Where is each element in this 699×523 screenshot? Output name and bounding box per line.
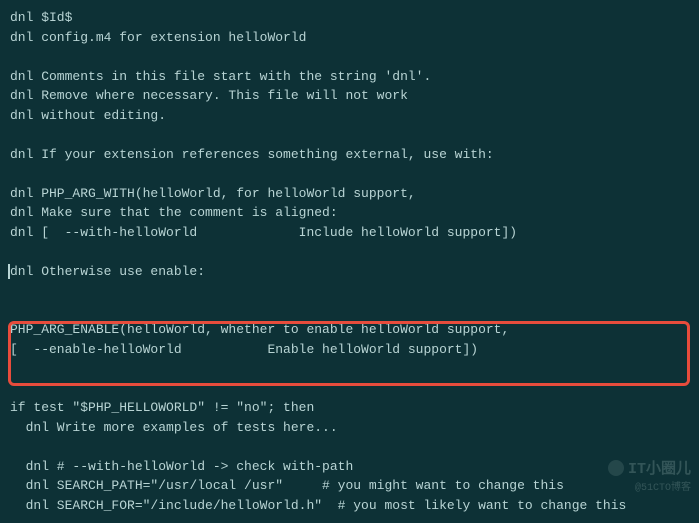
- code-line: [10, 437, 689, 457]
- code-line: [10, 301, 689, 321]
- code-line: dnl Comments in this file start with the…: [10, 67, 689, 87]
- code-line: dnl [ --with-helloWorld Include helloWor…: [10, 223, 689, 243]
- code-line: [10, 379, 689, 399]
- code-line: dnl SEARCH_FOR="/include/helloWorld.h" #…: [10, 496, 689, 516]
- watermark-sub: @51CTO博客: [608, 478, 691, 494]
- code-line: dnl Write more examples of tests here...: [10, 418, 689, 438]
- code-line: [10, 47, 689, 67]
- code-line: dnl $Id$: [10, 8, 689, 28]
- code-line: [10, 125, 689, 145]
- code-line: dnl PHP_ARG_WITH(helloWorld, for helloWo…: [10, 184, 689, 204]
- code-line: PHP_ARG_ENABLE(helloWorld, whether to en…: [10, 320, 689, 340]
- code-line: dnl If your extension references somethi…: [10, 145, 689, 165]
- code-line: [ --enable-helloWorld Enable helloWorld …: [10, 340, 689, 360]
- code-line: [10, 164, 689, 184]
- code-line: dnl Remove where necessary. This file wi…: [10, 86, 689, 106]
- code-line: dnl # --with-helloWorld -> check with-pa…: [10, 457, 689, 477]
- code-line: dnl Otherwise use enable:: [10, 262, 689, 282]
- code-line: if test "$PHP_HELLOWORLD" != "no"; then: [10, 398, 689, 418]
- code-line: dnl SEARCH_PATH="/usr/local /usr" # you …: [10, 476, 689, 496]
- watermark-main: IT小圈儿: [628, 457, 691, 478]
- code-editor[interactable]: dnl $Id$dnl config.m4 for extension hell…: [0, 0, 699, 523]
- code-line: dnl config.m4 for extension helloWorld: [10, 28, 689, 48]
- code-line: [10, 359, 689, 379]
- code-line: [10, 281, 689, 301]
- wechat-icon: [608, 460, 624, 476]
- watermark: IT小圈儿 @51CTO博客: [608, 457, 691, 494]
- code-line: dnl without editing.: [10, 106, 689, 126]
- code-line: dnl Make sure that the comment is aligne…: [10, 203, 689, 223]
- code-line: [10, 242, 689, 262]
